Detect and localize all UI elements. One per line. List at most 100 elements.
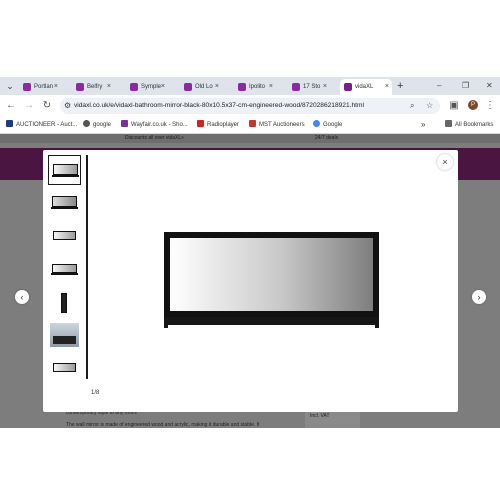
thumbnail-3[interactable] bbox=[48, 221, 81, 251]
reload-button[interactable]: ↻ bbox=[40, 99, 54, 113]
bookmark-favicon-icon bbox=[249, 120, 256, 127]
vat-label: Incl. VAT bbox=[310, 413, 330, 419]
tab-portlan[interactable]: Portlan × bbox=[19, 79, 61, 95]
tab-belfry[interactable]: Belfry × bbox=[72, 79, 114, 95]
next-image-button[interactable]: › bbox=[472, 290, 486, 304]
navigation-bar: ← → ↻ ⚙ vidaxl.co.uk/e/vidaxl-bathroom-m… bbox=[0, 95, 500, 117]
bookmark-radioplayer[interactable]: Radioplayer bbox=[197, 117, 239, 133]
site-info-icon[interactable]: ⚙ bbox=[64, 100, 71, 112]
thumbnail-4[interactable] bbox=[48, 254, 81, 284]
tab-close-icon[interactable]: × bbox=[385, 79, 389, 95]
zoom-search-icon[interactable]: ⌕ bbox=[410, 100, 414, 112]
tab-17-sto[interactable]: 17 Sto × bbox=[288, 79, 330, 95]
shelf-thumb-image bbox=[52, 175, 79, 177]
tab-favicon-icon bbox=[238, 83, 246, 91]
globe-icon bbox=[83, 120, 90, 127]
tab-label: Symple bbox=[141, 84, 162, 90]
address-url[interactable]: vidaxl.co.uk/e/vidaxl-bathroom-mirror-bl… bbox=[74, 98, 364, 114]
main-product-image bbox=[164, 232, 379, 328]
back-button[interactable]: ← bbox=[4, 99, 18, 113]
bookmark-wayfair[interactable]: Wayfair.co.uk - Sho... bbox=[121, 117, 188, 133]
mirror-thumb-image bbox=[52, 264, 77, 273]
web-page: Discounts all over vidaXL» 24/7 deals co… bbox=[0, 134, 500, 428]
bookmark-auctioneer[interactable]: AUCTIONEER - Auct... bbox=[6, 117, 77, 133]
tab-favicon-icon bbox=[76, 83, 84, 91]
tab-favicon-icon bbox=[130, 83, 138, 91]
tab-close-icon[interactable]: × bbox=[107, 79, 111, 95]
tab-vidaxl[interactable]: vidaXL × bbox=[340, 79, 392, 95]
bookmark-label: AUCTIONEER - Auct... bbox=[16, 122, 78, 128]
mirror-thumb-image bbox=[53, 231, 76, 240]
tab-close-icon[interactable]: × bbox=[323, 79, 327, 95]
tab-close-icon[interactable]: × bbox=[161, 79, 165, 95]
all-bookmarks-button[interactable]: All Bookmarks bbox=[445, 117, 493, 133]
promo-bar: Discounts all over vidaXL» 24/7 deals bbox=[0, 134, 500, 143]
mirror-thumb-image bbox=[52, 196, 77, 207]
shelf-lip-right bbox=[375, 325, 379, 328]
bookmark-label: Wayfair.co.uk - Sho... bbox=[131, 122, 188, 128]
tab-close-icon[interactable]: × bbox=[215, 79, 219, 95]
tab-favicon-icon bbox=[184, 83, 192, 91]
bookmark-favicon-icon bbox=[197, 120, 204, 127]
bookmark-google[interactable]: Google bbox=[313, 117, 342, 133]
shelf-lip-left bbox=[164, 325, 168, 328]
thumbnail-6[interactable] bbox=[48, 320, 81, 350]
tab-label: Portlan bbox=[34, 84, 54, 90]
shelf-thumb-image bbox=[51, 273, 78, 275]
bookmark-favicon-icon bbox=[121, 120, 128, 127]
new-tab-button[interactable]: + bbox=[397, 79, 403, 93]
close-modal-button[interactable]: × bbox=[437, 154, 453, 170]
thumbnail-1[interactable] bbox=[48, 155, 81, 185]
promo-left[interactable]: Discounts all over vidaXL» bbox=[125, 134, 184, 143]
address-bar[interactable]: ⚙ vidaxl.co.uk/e/vidaxl-bathroom-mirror-… bbox=[60, 98, 440, 114]
bookmark-label: Radioplayer bbox=[207, 122, 240, 128]
tab-strip: ⌄ Portlan × Belfry × Symple × Old Lo × I… bbox=[0, 77, 500, 95]
mirror-glass bbox=[170, 238, 373, 311]
bookmark-favicon-icon bbox=[6, 120, 13, 127]
tab-old-lo[interactable]: Old Lo × bbox=[180, 79, 222, 95]
image-counter: 1/8 bbox=[91, 390, 100, 396]
side-panel-icon[interactable]: ▣ bbox=[447, 99, 461, 113]
forward-button[interactable]: → bbox=[22, 99, 36, 113]
tab-close-icon[interactable]: × bbox=[269, 79, 273, 95]
promo-right[interactable]: 24/7 deals bbox=[315, 134, 338, 143]
folder-icon bbox=[445, 120, 452, 127]
tab-search-icon[interactable]: ⌄ bbox=[4, 80, 16, 92]
shelf-thumb-image bbox=[51, 207, 78, 209]
tab-label: Belfry bbox=[87, 84, 103, 90]
bookmark-label: google bbox=[93, 122, 112, 128]
tab-ipolito[interactable]: Ipolito × bbox=[234, 79, 276, 95]
cabinet-thumb-image bbox=[53, 336, 76, 344]
bookmarks-bar: AUCTIONEER - Auct... google Wayfair.co.u… bbox=[0, 117, 500, 134]
thumbnail-7[interactable] bbox=[48, 353, 81, 383]
description-line: The wall mirror is made of engineered wo… bbox=[66, 422, 260, 428]
thumbnail-2[interactable] bbox=[48, 188, 81, 218]
bookmark-mst[interactable]: MST Auctioneers bbox=[249, 117, 305, 133]
bookmarks-overflow-button[interactable]: » bbox=[421, 117, 425, 133]
previous-image-button[interactable]: ‹ bbox=[15, 290, 29, 304]
all-bookmarks-label: All Bookmarks bbox=[455, 122, 494, 128]
bookmark-google-lower[interactable]: google bbox=[83, 117, 111, 133]
image-gallery-modal: 1/8 × bbox=[43, 150, 458, 412]
bookmark-label: Google bbox=[323, 122, 343, 128]
tab-label: 17 Sto bbox=[303, 84, 321, 90]
profile-avatar[interactable]: P bbox=[468, 100, 478, 110]
minimize-button[interactable]: – bbox=[437, 79, 441, 93]
tab-label: Ipolito bbox=[249, 84, 266, 90]
browser-window: ⌄ Portlan × Belfry × Symple × Old Lo × I… bbox=[0, 77, 500, 428]
bookmark-star-icon[interactable]: ☆ bbox=[426, 100, 433, 112]
tab-close-icon[interactable]: × bbox=[54, 79, 58, 95]
vidaxl-favicon-icon bbox=[344, 83, 352, 91]
tab-label: Old Lo bbox=[195, 84, 213, 90]
google-icon bbox=[313, 120, 320, 127]
window-close-button[interactable]: ✕ bbox=[486, 79, 493, 93]
thumbnail-scrollbar[interactable] bbox=[86, 155, 88, 379]
tab-symple[interactable]: Symple × bbox=[126, 79, 168, 95]
thumbnail-list[interactable] bbox=[48, 155, 82, 387]
thumbnail-5[interactable] bbox=[48, 287, 81, 317]
menu-kebab-icon[interactable]: ⋮ bbox=[483, 99, 497, 113]
mirror-shelf bbox=[164, 317, 379, 325]
restore-button[interactable]: ❐ bbox=[462, 79, 469, 93]
mirror-side-thumb-image bbox=[61, 293, 67, 313]
mirror-thumb-image bbox=[53, 164, 78, 175]
